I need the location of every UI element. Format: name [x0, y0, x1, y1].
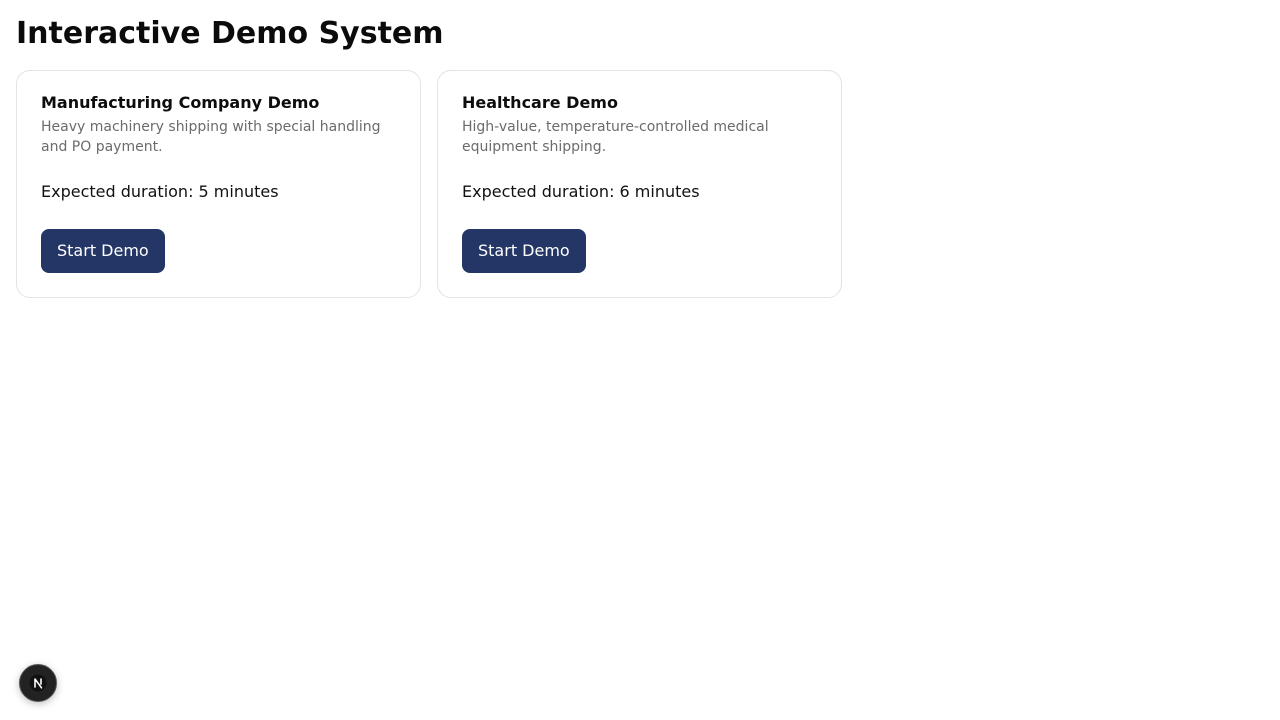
- demo-card-manufacturing: Manufacturing Company Demo Heavy machine…: [16, 70, 421, 298]
- demo-card-list: Manufacturing Company Demo Heavy machine…: [16, 70, 842, 298]
- demo-card-title: Manufacturing Company Demo: [41, 93, 320, 112]
- demo-card-healthcare: Healthcare Demo High-value, temperature-…: [437, 70, 842, 298]
- nextjs-dev-badge[interactable]: [19, 664, 57, 702]
- demo-card-description: Heavy machinery shipping with special ha…: [41, 119, 381, 155]
- page: Interactive Demo System Manufacturing Co…: [0, 0, 1280, 720]
- demo-card-title: Healthcare Demo: [462, 93, 618, 112]
- start-demo-button-manufacturing[interactable]: Start Demo: [41, 229, 165, 273]
- page-title: Interactive Demo System: [16, 16, 444, 51]
- demo-card-duration: Expected duration: 6 minutes: [462, 182, 700, 201]
- demo-card-duration: Expected duration: 5 minutes: [41, 182, 279, 201]
- demo-card-description: High-value, temperature-controlled medic…: [462, 119, 769, 155]
- nextjs-logo-icon: [29, 674, 47, 692]
- start-demo-button-healthcare[interactable]: Start Demo: [462, 229, 586, 273]
